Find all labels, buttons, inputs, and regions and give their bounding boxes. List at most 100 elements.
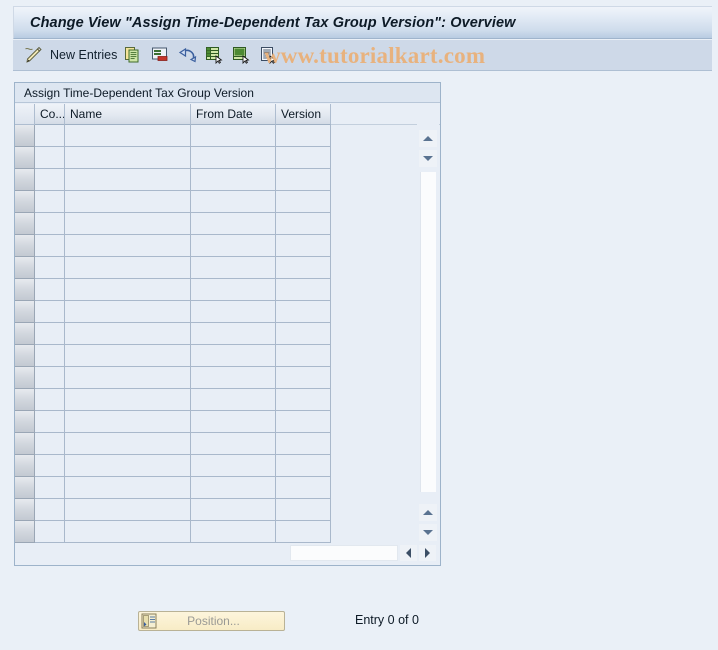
table-cell[interactable] [276, 301, 331, 323]
table-cell[interactable] [191, 147, 276, 169]
table-cell[interactable] [191, 389, 276, 411]
table-cell[interactable] [65, 455, 191, 477]
table-row[interactable] [15, 411, 419, 433]
table-cell[interactable] [35, 477, 65, 499]
column-header-from-date[interactable]: From Date [191, 104, 276, 125]
table-cell[interactable] [65, 125, 191, 147]
table-row[interactable] [15, 455, 419, 477]
table-cell[interactable] [35, 345, 65, 367]
table-cell[interactable] [65, 191, 191, 213]
table-cell[interactable] [65, 477, 191, 499]
table-cell[interactable] [191, 257, 276, 279]
table-cell[interactable] [35, 213, 65, 235]
table-cell[interactable] [276, 279, 331, 301]
table-cell[interactable] [191, 367, 276, 389]
row-selector-cell[interactable] [15, 477, 35, 499]
table-cell[interactable] [191, 455, 276, 477]
table-cell[interactable] [65, 147, 191, 169]
table-cell[interactable] [35, 257, 65, 279]
table-cell[interactable] [191, 301, 276, 323]
table-cell[interactable] [191, 235, 276, 257]
row-selector-cell[interactable] [15, 323, 35, 345]
column-header-name[interactable]: Name [65, 104, 191, 125]
table-row[interactable] [15, 257, 419, 279]
column-header-co[interactable]: Co... [35, 104, 65, 125]
table-row[interactable] [15, 147, 419, 169]
row-selector-cell[interactable] [15, 411, 35, 433]
table-row[interactable] [15, 323, 419, 345]
table-cell[interactable] [276, 235, 331, 257]
table-cell[interactable] [35, 389, 65, 411]
table-row[interactable] [15, 279, 419, 301]
table-cell[interactable] [35, 455, 65, 477]
table-cell[interactable] [35, 169, 65, 191]
table-cell[interactable] [276, 499, 331, 521]
table-cell[interactable] [191, 169, 276, 191]
table-cell[interactable] [191, 477, 276, 499]
table-cell[interactable] [276, 367, 331, 389]
row-selector-cell[interactable] [15, 455, 35, 477]
row-selector-cell[interactable] [15, 169, 35, 191]
table-cell[interactable] [65, 257, 191, 279]
select-all-button[interactable] [204, 40, 224, 70]
row-selector-cell[interactable] [15, 125, 35, 147]
vertical-scrollbar[interactable] [417, 104, 439, 565]
table-cell[interactable] [191, 521, 276, 543]
row-selector-cell[interactable] [15, 499, 35, 521]
copy-as-button[interactable] [123, 40, 143, 70]
table-cell[interactable] [276, 323, 331, 345]
change-display-button[interactable] [23, 40, 43, 70]
table-cell[interactable] [65, 411, 191, 433]
table-row[interactable] [15, 433, 419, 455]
column-header-version[interactable]: Version [276, 104, 331, 125]
table-cell[interactable] [191, 433, 276, 455]
table-cell[interactable] [191, 213, 276, 235]
row-selector-cell[interactable] [15, 367, 35, 389]
table-cell[interactable] [276, 521, 331, 543]
table-cell[interactable] [65, 345, 191, 367]
row-selector-cell[interactable] [15, 345, 35, 367]
table-cell[interactable] [276, 455, 331, 477]
table-cell[interactable] [65, 367, 191, 389]
table-cell[interactable] [65, 433, 191, 455]
table-cell[interactable] [191, 411, 276, 433]
position-button[interactable]: Position... [138, 611, 285, 631]
table-row[interactable] [15, 499, 419, 521]
table-cell[interactable] [276, 477, 331, 499]
table-row[interactable] [15, 389, 419, 411]
table-cell[interactable] [35, 521, 65, 543]
table-cell[interactable] [276, 257, 331, 279]
row-selector-cell[interactable] [15, 213, 35, 235]
row-selector-cell[interactable] [15, 301, 35, 323]
table-cell[interactable] [65, 235, 191, 257]
delete-button[interactable] [150, 40, 170, 70]
row-selector-cell[interactable] [15, 191, 35, 213]
undo-change-button[interactable] [177, 40, 197, 70]
scroll-left-button[interactable] [400, 544, 418, 561]
deselect-all-button[interactable] [231, 40, 251, 70]
table-cell[interactable] [191, 499, 276, 521]
table-row[interactable] [15, 235, 419, 257]
table-cell[interactable] [65, 169, 191, 191]
table-cell[interactable] [35, 367, 65, 389]
table-cell[interactable] [35, 301, 65, 323]
table-row[interactable] [15, 345, 419, 367]
row-selector-cell[interactable] [15, 257, 35, 279]
scroll-up-button-bottom[interactable] [419, 504, 437, 521]
scroll-right-button[interactable] [419, 544, 437, 561]
table-cell[interactable] [276, 411, 331, 433]
table-cell[interactable] [191, 323, 276, 345]
table-row[interactable] [15, 367, 419, 389]
table-cell[interactable] [191, 345, 276, 367]
table-cell[interactable] [35, 499, 65, 521]
table-cell[interactable] [65, 213, 191, 235]
new-entries-button[interactable]: New Entries [43, 40, 123, 70]
table-cell[interactable] [276, 213, 331, 235]
details-button[interactable] [258, 40, 278, 70]
table-cell[interactable] [276, 191, 331, 213]
table-row[interactable] [15, 213, 419, 235]
horizontal-scroll-track[interactable] [290, 544, 399, 561]
table-row[interactable] [15, 191, 419, 213]
table-cell[interactable] [276, 125, 331, 147]
table-row[interactable] [15, 169, 419, 191]
